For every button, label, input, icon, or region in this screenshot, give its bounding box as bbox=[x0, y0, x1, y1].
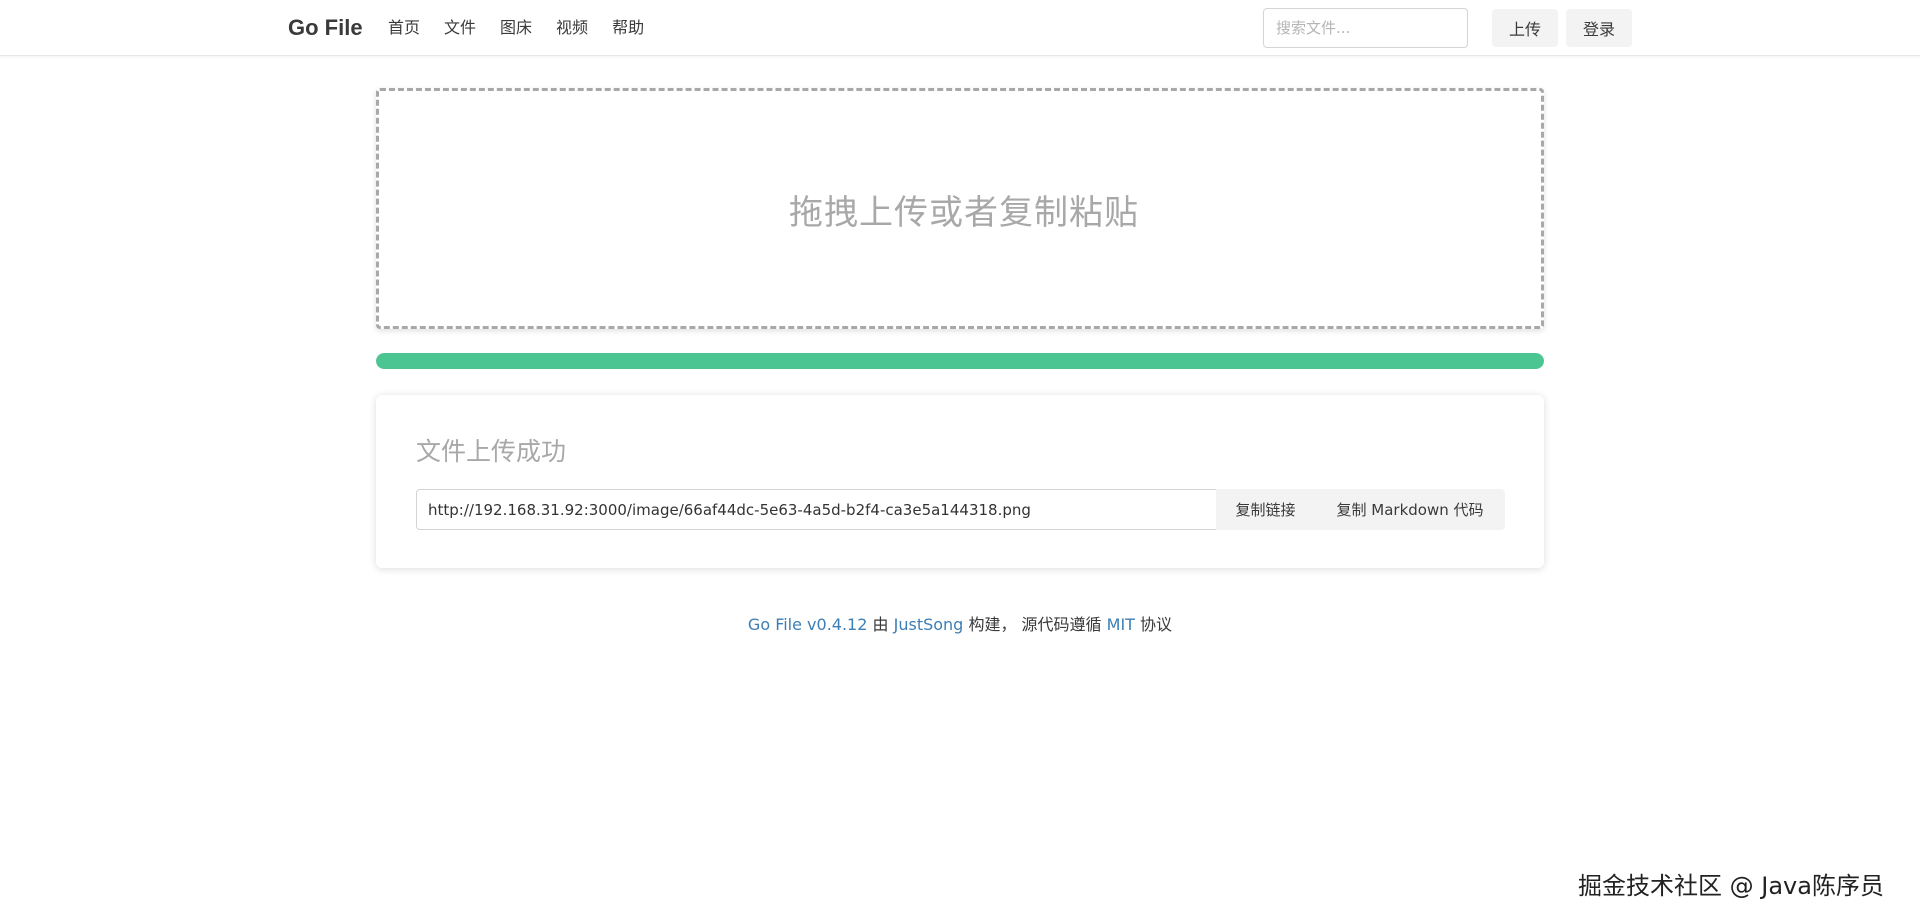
copy-link-button[interactable]: 复制链接 bbox=[1216, 489, 1315, 530]
footer-license-suffix: 协议 bbox=[1140, 615, 1173, 634]
file-url-row: 复制链接 复制 Markdown 代码 bbox=[416, 489, 1505, 530]
upload-result-card: 文件上传成功 复制链接 复制 Markdown 代码 bbox=[376, 395, 1544, 568]
upload-progress-bar bbox=[376, 353, 1544, 369]
nav-item-home[interactable]: 首页 bbox=[388, 18, 420, 38]
nav-item-images[interactable]: 图床 bbox=[500, 18, 532, 38]
footer-by-text: 由 bbox=[872, 615, 889, 634]
footer-app-link[interactable]: Go File v0.4.12 bbox=[748, 615, 868, 634]
login-button[interactable]: 登录 bbox=[1566, 9, 1632, 47]
brand-logo[interactable]: Go File bbox=[288, 16, 363, 40]
copy-markdown-button[interactable]: 复制 Markdown 代码 bbox=[1315, 489, 1505, 530]
footer-author-link[interactable]: JustSong bbox=[894, 615, 964, 634]
top-navbar: Go File 首页 文件 图床 视频 帮助 上传 登录 bbox=[0, 0, 1920, 56]
main-nav: 首页 文件 图床 视频 帮助 bbox=[388, 18, 668, 38]
dropzone-hint: 拖拽上传或者复制粘贴 bbox=[789, 193, 1139, 233]
upload-button[interactable]: 上传 bbox=[1492, 9, 1558, 47]
page-footer: Go File v0.4.12 由 JustSong 构建， 源代码遵循 MIT… bbox=[0, 611, 1920, 635]
upload-progress-fill bbox=[376, 353, 1544, 369]
upload-success-title: 文件上传成功 bbox=[416, 437, 567, 466]
footer-source-text: 源代码遵循 bbox=[1021, 615, 1102, 634]
search-input[interactable] bbox=[1263, 8, 1468, 48]
file-url-field[interactable] bbox=[416, 489, 1216, 530]
nav-item-videos[interactable]: 视频 bbox=[556, 18, 588, 38]
footer-license-link[interactable]: MIT bbox=[1107, 615, 1135, 634]
nav-item-files[interactable]: 文件 bbox=[444, 18, 476, 38]
footer-built-text: 构建， bbox=[968, 615, 1017, 634]
nav-item-help[interactable]: 帮助 bbox=[612, 18, 644, 38]
watermark-text: 掘金技术社区 @ Java陈序员 bbox=[1578, 872, 1884, 900]
upload-dropzone[interactable]: 拖拽上传或者复制粘贴 bbox=[376, 88, 1544, 329]
